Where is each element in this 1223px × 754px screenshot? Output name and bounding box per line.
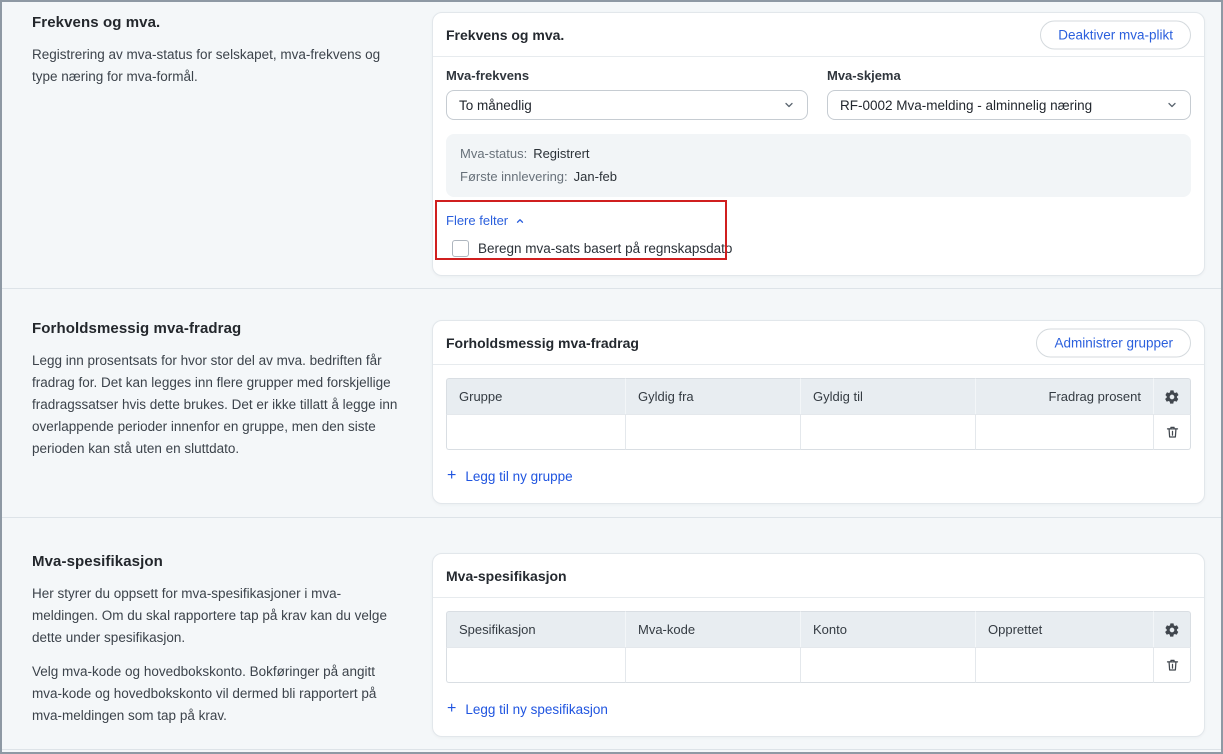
plus-icon: + — [447, 468, 456, 484]
card-title: Mva-spesifikasjon — [446, 568, 567, 584]
section-spesifikasjon-intro: Mva-spesifikasjon Her styrer du oppsett … — [2, 518, 432, 749]
mva-status-row: Mva-status: Registrert — [460, 142, 1177, 165]
table-settings-gear-icon[interactable] — [1154, 612, 1190, 647]
add-specification-label: Legg til ny spesifikasjon — [465, 702, 608, 717]
section-title: Mva-spesifikasjon — [32, 518, 432, 570]
section-description: Her styrer du oppsett for mva-spesifikas… — [32, 583, 402, 649]
administrer-grupper-button[interactable]: Administrer grupper — [1036, 328, 1191, 357]
col-gyldig-til: Gyldig til — [800, 378, 975, 414]
beregn-mva-sats-label: Beregn mva-sats basert på regnskapsdato — [478, 241, 732, 256]
section-title: Forholdsmessig mva-fradrag — [32, 289, 432, 337]
cell-spesifikasjon[interactable] — [446, 647, 625, 683]
col-gruppe: Gruppe — [446, 378, 625, 414]
beregn-mva-sats-checkbox-row[interactable]: Beregn mva-sats basert på regnskapsdato — [452, 240, 1191, 257]
cell-opprettet[interactable] — [975, 647, 1153, 683]
col-mva-kode: Mva-kode — [625, 611, 800, 647]
section-fradrag-intro: Forholdsmessig mva-fradrag Legg inn pros… — [2, 289, 432, 517]
col-gyldig-fra: Gyldig fra — [625, 378, 800, 414]
section-frekvens-intro: Frekvens og mva. Registrering av mva-sta… — [2, 2, 432, 288]
fradrag-table: Gruppe Gyldig fra Gyldig til Fradrag pro… — [446, 378, 1191, 450]
spesifikasjon-card: Mva-spesifikasjon Spesifikasjon Mva-kode… — [432, 553, 1205, 737]
col-opprettet: Opprettet — [975, 611, 1153, 647]
forste-innlevering-label: Første innlevering: — [460, 169, 568, 184]
fradrag-card-header: Forholdsmessig mva-fradrag Administrer g… — [433, 321, 1204, 365]
fradrag-table-empty-row — [446, 414, 1191, 450]
section-title: Frekvens og mva. — [32, 2, 432, 31]
chevron-down-icon — [783, 99, 795, 111]
cell-gyldig-til[interactable] — [800, 414, 975, 450]
section-spesifikasjon: Mva-spesifikasjon Her styrer du oppsett … — [2, 518, 1221, 750]
frekvens-card: Frekvens og mva. Deaktiver mva-plikt Mva… — [432, 12, 1205, 276]
cell-gyldig-fra[interactable] — [625, 414, 800, 450]
mva-status-label: Mva-status: — [460, 146, 527, 161]
cell-mva-kode[interactable] — [625, 647, 800, 683]
plus-icon: + — [447, 701, 456, 717]
add-specification-link[interactable]: + Legg til ny spesifikasjon — [447, 701, 608, 717]
add-group-label: Legg til ny gruppe — [465, 469, 572, 484]
section-description: Velg mva-kode og hovedbokskonto. Bokføri… — [32, 661, 402, 727]
forste-innlevering-value: Jan-feb — [574, 169, 617, 184]
mva-frekvens-label: Mva-frekvens — [446, 68, 808, 83]
mva-skjema-select[interactable]: RF-0002 Mva-melding - alminnelig næring — [827, 90, 1191, 120]
flere-felter-toggle[interactable]: Flere felter — [446, 213, 525, 228]
section-description: Legg inn prosentsats for hvor stor del a… — [32, 350, 402, 460]
card-title: Forholdsmessig mva-fradrag — [446, 335, 639, 351]
beregn-mva-sats-checkbox[interactable] — [452, 240, 469, 257]
col-konto: Konto — [800, 611, 975, 647]
delete-row-trash-icon[interactable] — [1154, 648, 1190, 682]
chevron-up-icon — [515, 216, 525, 226]
spesifikasjon-card-header: Mva-spesifikasjon — [433, 554, 1204, 598]
chevron-down-icon — [1166, 99, 1178, 111]
fradrag-card: Forholdsmessig mva-fradrag Administrer g… — [432, 320, 1205, 504]
fradrag-table-header-row: Gruppe Gyldig fra Gyldig til Fradrag pro… — [446, 378, 1191, 414]
col-spesifikasjon: Spesifikasjon — [446, 611, 625, 647]
cell-gruppe[interactable] — [446, 414, 625, 450]
delete-row-trash-icon[interactable] — [1154, 415, 1190, 449]
section-description: Registrering av mva-status for selskapet… — [32, 44, 402, 88]
spesifikasjon-table-header-row: Spesifikasjon Mva-kode Konto Opprettet — [446, 611, 1191, 647]
flere-felter-label: Flere felter — [446, 213, 508, 228]
spesifikasjon-table: Spesifikasjon Mva-kode Konto Opprettet — [446, 611, 1191, 683]
card-title: Frekvens og mva. — [446, 27, 564, 43]
cell-fradrag-prosent[interactable] — [975, 414, 1153, 450]
table-settings-gear-icon[interactable] — [1154, 379, 1190, 414]
mva-skjema-label: Mva-skjema — [827, 68, 1191, 83]
mva-settings-page: Frekvens og mva. Registrering av mva-sta… — [0, 0, 1223, 754]
add-group-link[interactable]: + Legg til ny gruppe — [447, 468, 573, 484]
cell-konto[interactable] — [800, 647, 975, 683]
mva-skjema-value: RF-0002 Mva-melding - alminnelig næring — [840, 98, 1092, 113]
col-fradrag-prosent: Fradrag prosent — [975, 378, 1153, 414]
section-frekvens: Frekvens og mva. Registrering av mva-sta… — [2, 2, 1221, 289]
frekvens-card-header: Frekvens og mva. Deaktiver mva-plikt — [433, 13, 1204, 57]
spesifikasjon-table-empty-row — [446, 647, 1191, 683]
mva-status-value: Registrert — [533, 146, 589, 161]
mva-frekvens-value: To månedlig — [459, 98, 532, 113]
section-fradrag: Forholdsmessig mva-fradrag Legg inn pros… — [2, 289, 1221, 518]
mva-frekvens-select[interactable]: To månedlig — [446, 90, 808, 120]
deactivate-mva-plikt-button[interactable]: Deaktiver mva-plikt — [1040, 20, 1191, 49]
mva-status-info-box: Mva-status: Registrert Første innlevering… — [446, 134, 1191, 197]
forste-innlevering-row: Første innlevering: Jan-feb — [460, 165, 1177, 188]
